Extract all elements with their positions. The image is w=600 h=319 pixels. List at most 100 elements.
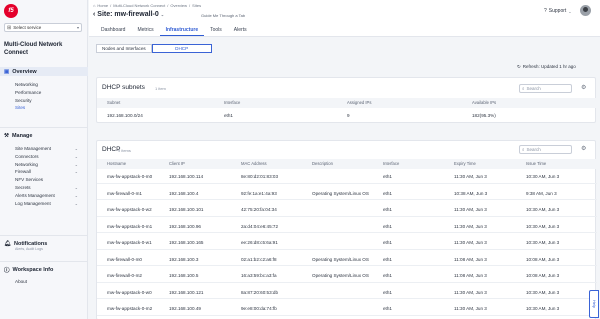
- column-header[interactable]: Available IPs: [472, 100, 496, 105]
- table-row[interactable]: mw-fw-appstack-0-w0 192.168.100.121 8a:87:…: [97, 286, 597, 300]
- search-icon: ⌕: [522, 86, 525, 91]
- column-header[interactable]: Interface: [383, 161, 399, 166]
- table-row[interactable]: mw-fw-appstack-0-m2 192.168.100.49 9e:e8:0…: [97, 302, 597, 316]
- sidebar-item-label: Networking: [15, 161, 38, 167]
- app-title: Multi-Cloud Network Connect: [4, 42, 63, 56]
- cell: 10:08 AM, Jun 3: [526, 256, 560, 262]
- sidebar-item-secrets[interactable]: Secrets ⌄: [0, 184, 88, 192]
- sidebar-item-security[interactable]: Security: [0, 97, 88, 105]
- sidebar-item-about[interactable]: About: [0, 278, 88, 286]
- table-row[interactable]: mw-firewall-0-m1 192.168.100.4 92:fe:1a:e1…: [97, 187, 597, 201]
- tab-dashboard[interactable]: Dashboard: [95, 24, 131, 36]
- bell-icon: 🔔︎: [4, 240, 11, 247]
- sidebar-item-networking[interactable]: Networking: [0, 81, 88, 89]
- cell: 192.168.100.101: [169, 207, 204, 212]
- dhcp-search[interactable]: ⌕ Search: [519, 145, 572, 154]
- support-menu[interactable]: ? Support ⌄: [544, 8, 572, 14]
- cell: 182(95.3%): [472, 113, 496, 118]
- table-row[interactable]: mw-fw-appstack-0-m0 192.168.100.114 8e:80:…: [97, 170, 597, 184]
- sidebar-item-performance[interactable]: Performance: [0, 89, 88, 97]
- sidebar-item-label: Secrets: [15, 184, 31, 190]
- sidebar-item-nfv-services[interactable]: NFV Services: [0, 176, 88, 184]
- guide-tour-link[interactable]: Guide Me Through a Tab: [201, 13, 245, 18]
- cell: 10:30 AM, Jun 3: [526, 223, 560, 229]
- table-row[interactable]: mw-firewall-0-m0 192.168.100.3 02:a1:b2:c2…: [97, 253, 597, 267]
- nav-workspace-label: Workspace Info: [12, 266, 54, 273]
- subtab-nodes-interfaces[interactable]: Nodes and Interfaces: [96, 44, 152, 53]
- sidebar-item-networking-manage[interactable]: Networking ⌄: [0, 161, 88, 169]
- back-arrow-icon[interactable]: ‹: [93, 11, 95, 18]
- column-header[interactable]: Interface: [224, 100, 240, 105]
- cell: eth1: [383, 223, 392, 229]
- breadcrumb-overview[interactable]: Overview: [170, 3, 187, 8]
- cell: 10:30 AM, Jun 3: [526, 174, 560, 179]
- sidebar-item-connectors[interactable]: Connectors ⌄: [0, 153, 88, 161]
- cell: 11:30 AM, Jun 3: [454, 289, 487, 295]
- gear-icon[interactable]: ⚙: [581, 145, 586, 152]
- tab-tools[interactable]: Tools: [204, 24, 228, 36]
- refresh-button[interactable]: ↻ Refresh: Updated 1 hr ago: [517, 64, 576, 70]
- nav-workspace-info[interactable]: ⓘ Workspace Info: [0, 265, 88, 274]
- gear-icon[interactable]: ⚙: [581, 84, 586, 91]
- sidebar-item-label: Site Management: [15, 146, 52, 151]
- sidebar-item-label: Security: [15, 97, 32, 103]
- home-icon[interactable]: ⌂: [93, 3, 95, 8]
- cell: 2a:d4:04:e6:45:72: [241, 223, 279, 229]
- breadcrumb-home[interactable]: Home: [97, 3, 108, 8]
- sidebar-item-sites[interactable]: Sites: [0, 104, 88, 112]
- table-row[interactable]: mw-firewall-0-m2 192.168.100.5 16:a3:59:bc…: [97, 269, 597, 283]
- service-select[interactable]: ⊞ Select service ▾: [4, 23, 82, 32]
- breadcrumb-mcn[interactable]: Multi-Cloud Network Connect: [113, 3, 165, 8]
- column-header[interactable]: Description: [312, 161, 333, 166]
- nav-manage[interactable]: ⚒ Manage: [0, 131, 88, 140]
- cell: 11:30 AM, Jun 3: [454, 174, 487, 179]
- chevron-down-icon[interactable]: ⌄: [161, 12, 164, 17]
- dhcp-subnets-search[interactable]: ⌕ Search: [519, 84, 572, 93]
- sidebar-item-alerts-management[interactable]: Alerts Management ⌄: [0, 192, 88, 200]
- cell: mw-fw-appstack-0-w1: [107, 240, 152, 245]
- sidebar-item-label: Alerts Management: [15, 192, 55, 198]
- chevron-down-icon: ⌄: [74, 169, 78, 175]
- dhcp-subnets-card: DHCP subnets 1 item ⌕ Search ⚙ Subnet In…: [96, 77, 597, 123]
- column-header[interactable]: Assigned IPs: [347, 100, 371, 105]
- table-row[interactable]: mw-fw-appstack-0-w2 192.168.100.101 42:75:…: [97, 203, 597, 217]
- cell: mw-fw-appstack-0-w0: [107, 289, 152, 295]
- table-row[interactable]: mw-fw-appstack-0-m1 192.168.100.96 2a:d4:0…: [97, 220, 597, 234]
- tab-alerts[interactable]: Alerts: [228, 24, 253, 36]
- sidebar-item-label: Connectors: [15, 153, 39, 159]
- chevron-down-icon: ⌄: [74, 153, 78, 159]
- chevron-down-icon: ⌄: [74, 146, 78, 151]
- breadcrumb-sites[interactable]: Sites: [192, 3, 201, 8]
- column-header[interactable]: Expiry Time: [454, 161, 476, 166]
- sidebar-item-firewall[interactable]: Firewall ⌄: [0, 168, 88, 176]
- avatar[interactable]: [580, 5, 591, 16]
- cell: mw-firewall-0-m2: [107, 273, 142, 278]
- table-row[interactable]: 192.168.100.0/24 eth1 9 182(95.3%): [97, 109, 597, 123]
- grid-icon: ⊞: [7, 24, 12, 31]
- column-header[interactable]: Hostname: [107, 161, 126, 166]
- separator: /: [189, 3, 191, 8]
- help-tab[interactable]: Help: [589, 290, 599, 318]
- column-header[interactable]: Subnet: [107, 100, 120, 105]
- cell: eth1: [383, 174, 392, 179]
- page-title: ‹ Site: mw-firewall-0 ⌄: [93, 11, 164, 18]
- tab-metrics[interactable]: Metrics: [131, 24, 159, 36]
- sidebar-item-site-management[interactable]: Site Management ⌄: [0, 145, 88, 153]
- nav-manage-group: ⚒ Manage Site Management ⌄ Connectors ⌄ Ne…: [0, 131, 88, 207]
- cell: mw-fw-appstack-0-m1: [107, 223, 153, 229]
- table-row[interactable]: mw-fw-appstack-0-w1 192.168.100.165 ee:26:…: [97, 236, 597, 250]
- nav-overview[interactable]: ▣ Overview: [0, 67, 88, 76]
- chevron-down-icon: ⌄: [74, 161, 78, 167]
- cell: mw-firewall-0-m0: [107, 256, 142, 262]
- cell: 10:30 AM, Jun 3: [526, 306, 560, 311]
- sidebar-item-log-management[interactable]: Log Management ⌄: [0, 200, 88, 208]
- header: ⌂ Home / Multi-Cloud Network Connect / Ove…: [89, 0, 600, 24]
- cell: 11:30 AM, Jun 3: [454, 240, 487, 245]
- column-header[interactable]: MAC Address: [241, 161, 267, 166]
- cell: Operating System/Linux OS: [312, 273, 369, 278]
- cell: 192.168.100.165: [169, 240, 204, 245]
- subtab-dhcp[interactable]: DHCP: [151, 44, 212, 53]
- column-header[interactable]: Issue Time: [526, 161, 546, 166]
- tab-infrastructure[interactable]: Infrastructure: [159, 24, 205, 36]
- column-header[interactable]: Client IP: [169, 161, 185, 166]
